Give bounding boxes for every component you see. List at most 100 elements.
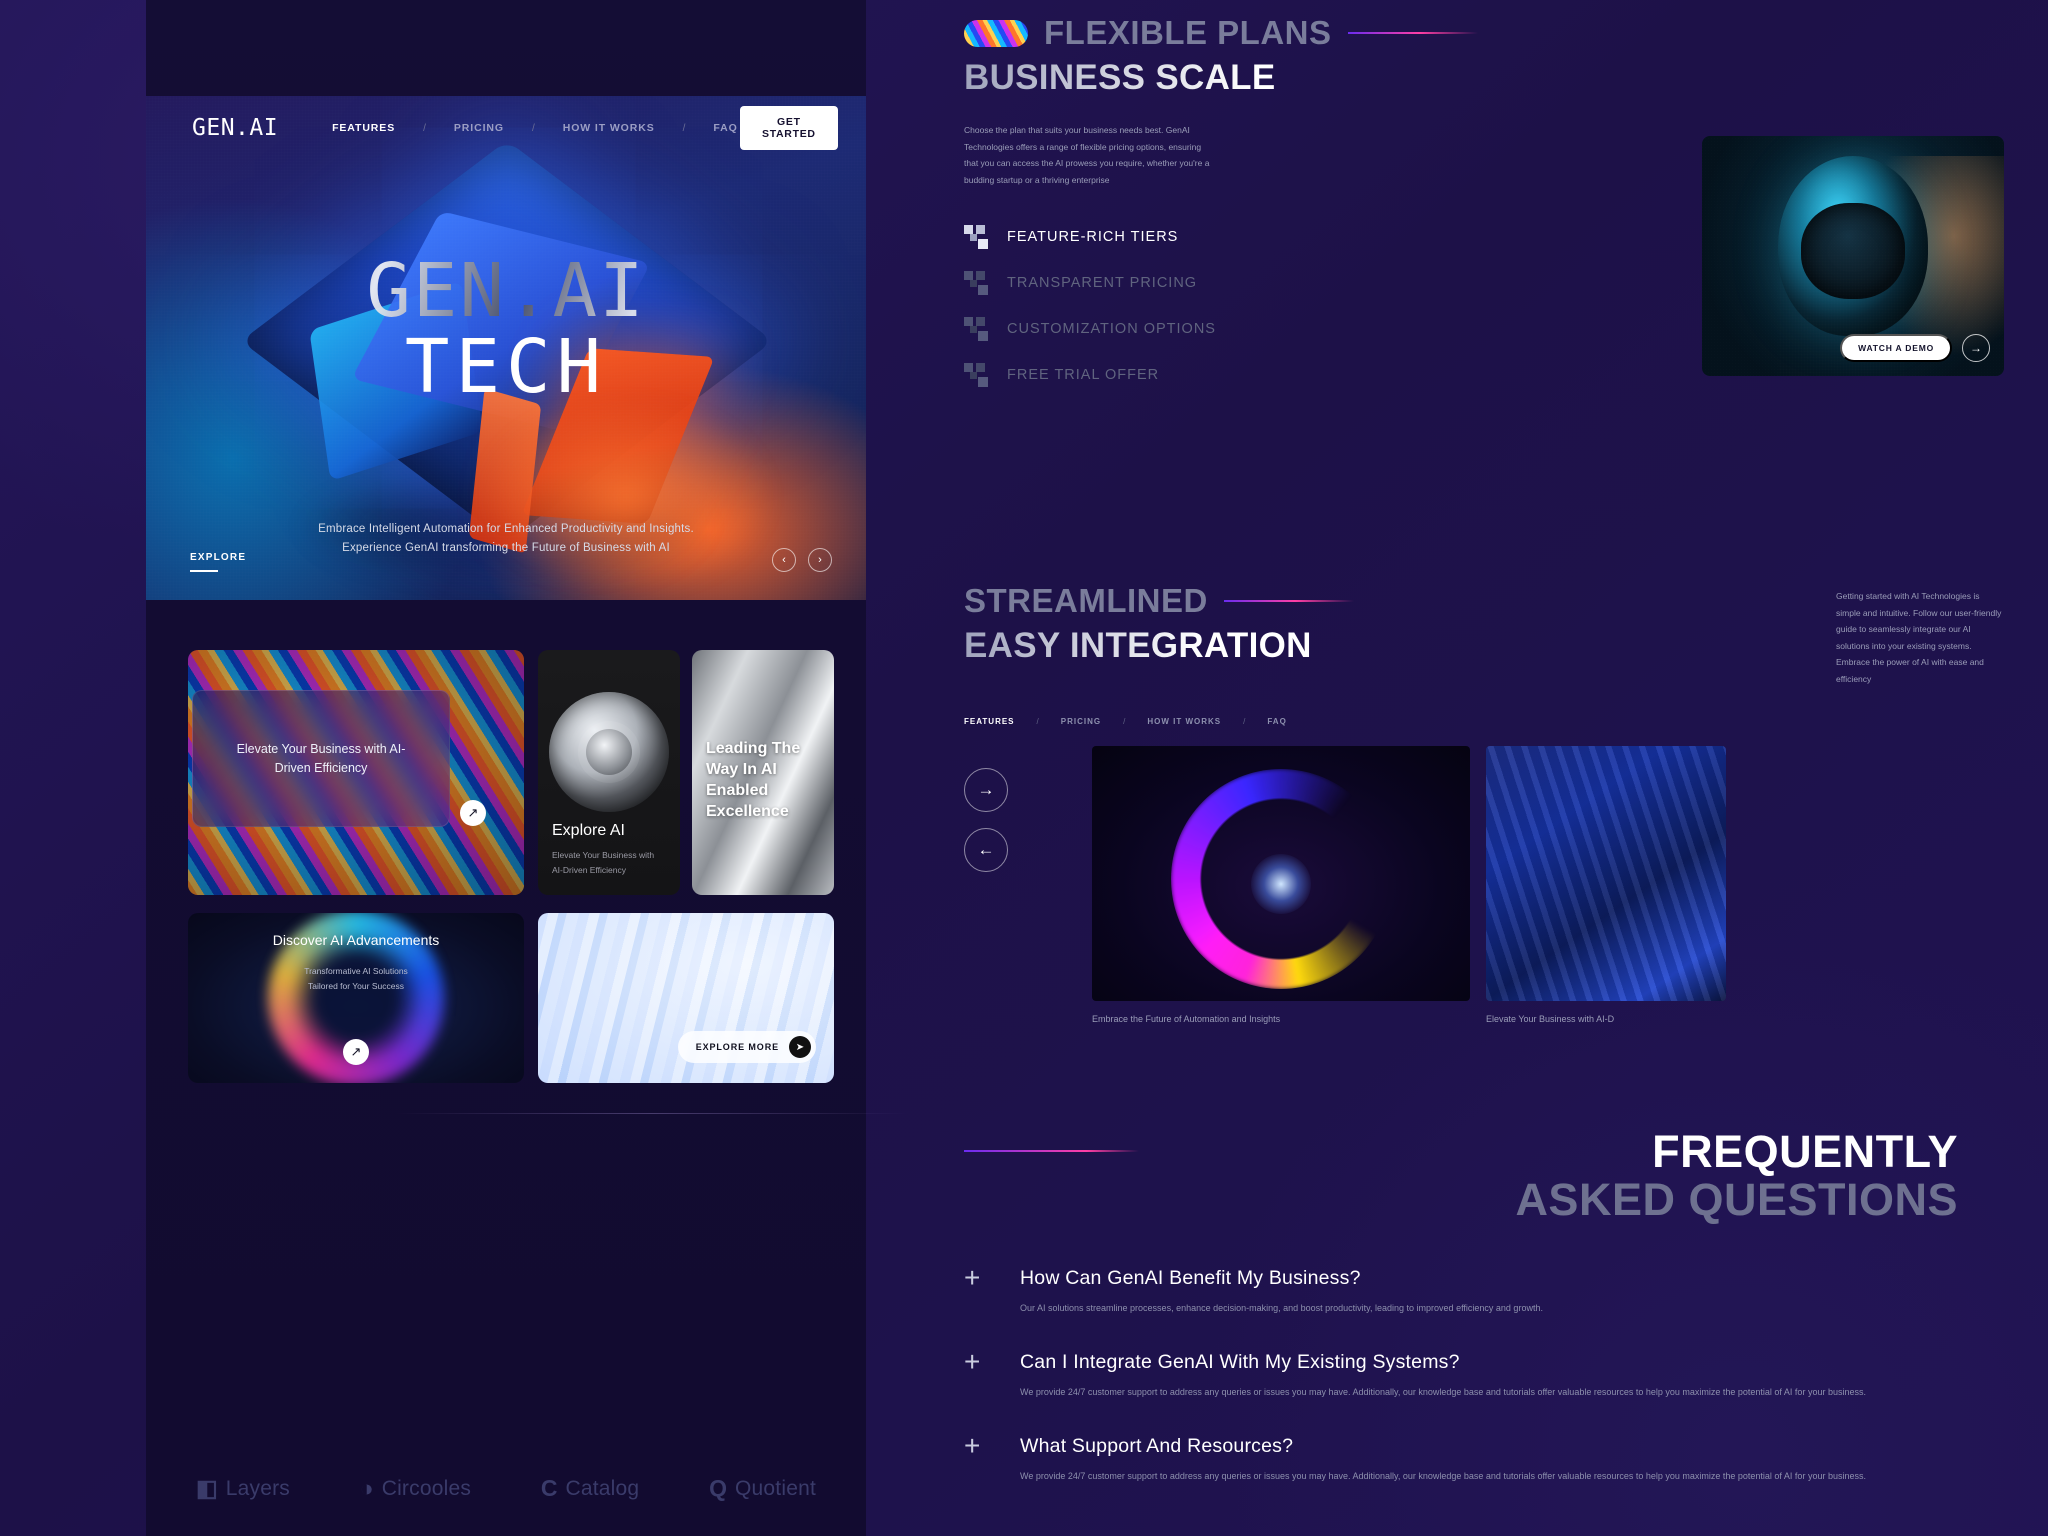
quotient-icon: Q	[709, 1475, 727, 1501]
arrow-right-icon[interactable]: →	[1962, 334, 1990, 362]
integration-carousel: → ← Embrace the Future of Automation and…	[964, 746, 2004, 1024]
card-explore-ai[interactable]: Explore AI Elevate Your Business with AI…	[538, 650, 680, 895]
carousel-slide-1[interactable]	[1092, 746, 1470, 1002]
plus-icon[interactable]: +	[964, 1348, 986, 1401]
integration-body: Getting started with AI Technologies is …	[1836, 591, 2002, 684]
feature-label: TRANSPARENT PRICING	[1007, 275, 1198, 292]
landing-page-preview: GEN.AI FEATURES / PRICING / HOW IT WORKS…	[146, 0, 908, 1536]
hero-title: GEN.AI TECH	[146, 254, 866, 411]
feature-label: CUSTOMIZATION OPTIONS	[1007, 321, 1216, 338]
faq-question: What Support And Resources?	[1020, 1434, 1294, 1457]
integration-eyebrow-row: STREAMLINED	[964, 582, 1814, 620]
accent-line	[1223, 600, 1354, 602]
pixel-blocks-icon	[964, 224, 989, 250]
chevron-left-icon[interactable]: ‹	[772, 548, 796, 572]
hero-subtitle: Embrace Intelligent Automation for Enhan…	[146, 520, 866, 558]
plus-icon[interactable]: +	[964, 1431, 986, 1485]
brand-name: Catalog	[565, 1476, 640, 1500]
card-discover-arrow-icon[interactable]: ↗	[343, 1039, 369, 1065]
card-leading-title: Leading The Way In AI Enabled Excellence	[706, 740, 801, 821]
brand-catalog: C Catalog	[541, 1475, 639, 1502]
astronaut-promo-image: WATCH A DEMO →	[1702, 136, 2004, 376]
faq-question: Can I Integrate GenAI With My Existing S…	[1020, 1351, 1460, 1374]
integration-eyebrow: STREAMLINED	[964, 582, 1208, 619]
nav-item-features[interactable]: FEATURES	[330, 122, 397, 134]
arrow-left-icon[interactable]: ←	[964, 828, 1008, 873]
pixel-blocks-icon	[964, 362, 989, 388]
mini-nav-separator: /	[1036, 717, 1039, 727]
plans-section: FLEXIBLE PLANS BUSINESS SCALE Choose the…	[920, 14, 2048, 398]
plans-eyebrow: FLEXIBLE PLANS	[1044, 14, 1332, 51]
pixel-blocks-icon	[964, 270, 989, 296]
get-started-button[interactable]: GET STARTED	[739, 106, 838, 150]
card-leading-the-way[interactable]: Leading The Way In AI Enabled Excellence	[692, 650, 834, 895]
faq-item[interactable]: + How Can GenAI Benefit My Business? Our…	[964, 1264, 1964, 1317]
chevron-right-icon[interactable]: ›	[808, 548, 832, 572]
integration-title: EASY INTEGRATION	[964, 626, 1814, 666]
brand-name: Circooles	[381, 1476, 472, 1500]
nav-item-how-it-works[interactable]: HOW IT WORKS	[561, 122, 657, 134]
plus-icon[interactable]: +	[964, 1264, 986, 1317]
brand-logos-row: ◧ Layers ◑ Circooles C Catalog Q Quotien…	[146, 1475, 866, 1502]
faq-answer: We provide 24/7 customer support to addr…	[1020, 1470, 1866, 1481]
mini-nav-item-features[interactable]: FEATURES	[964, 717, 1015, 726]
faq-section: FREQUENTLY ASKED QUESTIONS + How Can Gen…	[920, 1128, 2048, 1518]
card-elevate-text: Elevate Your Business with AI-Driven Eff…	[236, 742, 406, 775]
card-explore-more[interactable]: EXPLORE MORE ➤	[538, 913, 834, 1083]
explore-label: EXPLORE	[190, 551, 247, 563]
mini-nav-item-how-it-works[interactable]: HOW IT WORKS	[1147, 717, 1221, 726]
hero-section: GEN.AI FEATURES / PRICING / HOW IT WORKS…	[146, 96, 866, 600]
accent-line	[964, 1150, 1139, 1152]
card-discover-ai[interactable]: Discover AI Advancements Transformative …	[188, 913, 524, 1083]
explore-label-group[interactable]: EXPLORE	[190, 551, 247, 572]
hero-title-line-2: TECH	[404, 324, 608, 411]
glow-core-graphic	[1251, 854, 1311, 915]
brand-quotient: Q Quotient	[709, 1475, 816, 1502]
card-discover-subtitle-1: Transformative AI Solutions	[304, 965, 408, 976]
card-explore-ai-title: Explore AI	[552, 822, 625, 840]
hero-subtitle-line-2: Experience GenAI transforming the Future…	[342, 541, 670, 554]
card-elevate-overlay: Elevate Your Business with AI-Driven Eff…	[192, 690, 450, 827]
carousel-slide-2[interactable]	[1486, 746, 1726, 1002]
section-divider	[396, 1113, 908, 1114]
faq-item[interactable]: + Can I Integrate GenAI With My Existing…	[964, 1348, 1964, 1401]
nav-links: FEATURES / PRICING / HOW IT WORKS / FAQ	[330, 122, 740, 134]
card-elevate-arrow-icon[interactable]: ↗	[460, 800, 486, 826]
integration-section: STREAMLINED EASY INTEGRATION Getting sta…	[920, 582, 2048, 1024]
card-discover-title: Discover AI Advancements	[272, 932, 440, 948]
faq-header: FREQUENTLY ASKED QUESTIONS	[964, 1128, 2004, 1223]
nav-item-pricing[interactable]: PRICING	[452, 122, 506, 134]
hero-carousel-controls: ‹ ›	[772, 548, 832, 572]
integration-mini-navbar: FEATURES / PRICING / HOW IT WORKS / FAQ	[964, 717, 2004, 726]
carousel-caption-1: Embrace the Future of Automation and Ins…	[1092, 1014, 1281, 1025]
brand-circooles: ◑ Circooles	[360, 1475, 471, 1502]
card-explore-ai-subtitle: Elevate Your Business with AI-Driven Eff…	[552, 850, 655, 875]
carousel-controls: → ←	[964, 768, 1008, 873]
plans-eyebrow-row: FLEXIBLE PLANS	[964, 14, 2004, 52]
catalog-icon: C	[540, 1475, 558, 1501]
nav-separator: /	[531, 122, 535, 134]
plans-body: Choose the plan that suits your business…	[964, 125, 1210, 185]
faq-answer: We provide 24/7 customer support to addr…	[1020, 1387, 1866, 1398]
explore-underline	[190, 569, 218, 572]
demo-controls: WATCH A DEMO →	[1840, 334, 1990, 362]
carousel-captions: Embrace the Future of Automation and Ins…	[1092, 1014, 2048, 1024]
card-discover-subtitle-2: Tailored for Your Success	[308, 980, 404, 991]
watch-demo-button[interactable]: WATCH A DEMO	[1840, 334, 1952, 362]
main-navbar: GEN.AI FEATURES / PRICING / HOW IT WORKS…	[146, 96, 866, 160]
arrow-right-icon[interactable]: →	[964, 768, 1008, 813]
faq-item[interactable]: + What Support And Resources? We provide…	[964, 1431, 1964, 1485]
integration-header: STREAMLINED EASY INTEGRATION Getting sta…	[964, 582, 2004, 687]
mini-nav-item-pricing[interactable]: PRICING	[1061, 717, 1101, 726]
hero-title-line-1: GEN.AI	[146, 254, 866, 328]
plans-title: BUSINESS SCALE	[964, 58, 2004, 98]
brand-logo[interactable]: GEN.AI	[192, 115, 278, 141]
nav-item-faq[interactable]: FAQ	[711, 122, 739, 134]
mini-nav-item-faq[interactable]: FAQ	[1267, 717, 1286, 726]
feature-label: FREE TRIAL OFFER	[1007, 367, 1160, 384]
explore-more-button[interactable]: EXPLORE MORE ➤	[677, 1031, 816, 1063]
play-arrow-icon: ➤	[789, 1036, 811, 1058]
brand-name: Quotient	[735, 1476, 816, 1500]
carousel-caption-2: Elevate Your Business with AI-D	[1486, 1014, 1615, 1025]
accent-line	[1347, 32, 1478, 34]
